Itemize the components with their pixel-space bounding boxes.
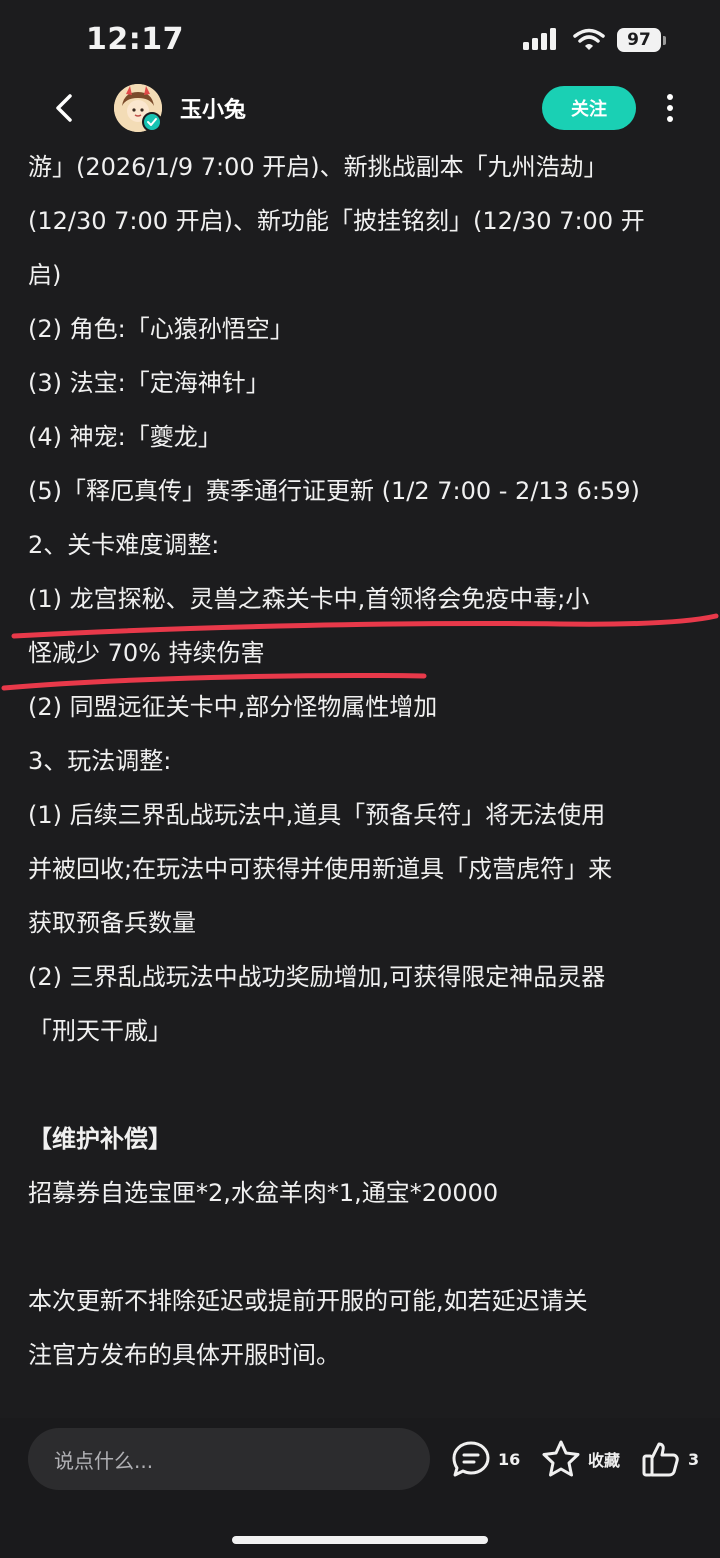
post-header: 玉小兔 关注 <box>0 84 720 132</box>
compensation-title: 【维护补偿】 <box>28 1125 172 1153</box>
home-indicator[interactable] <box>232 1536 488 1544</box>
comment-icon <box>452 1441 490 1477</box>
notice-line: 注官方发布的具体开服时间。 <box>28 1341 340 1369</box>
post-line: 怪减少 70% 持续伤害 <box>28 639 265 667</box>
post-content: 游」(2026/1/9 7:00 开启)、新挑战副本「九州浩劫」 (12/30 … <box>28 140 698 1382</box>
post-line: (12/30 7:00 开启)、新功能「披挂铭刻」(12/30 7:00 开 <box>28 207 645 235</box>
post-line: (3) 法宝:「定海神针」 <box>28 369 270 397</box>
notice-line: 本次更新不排除延迟或提前开服的可能,如若延迟请关 <box>28 1287 588 1315</box>
status-icons: 97 <box>523 28 666 52</box>
battery-indicator: 97 <box>617 28 666 52</box>
status-time: 12:17 <box>86 22 184 57</box>
post-line: 「刑天干戚」 <box>28 1017 172 1045</box>
follow-button[interactable]: 关注 <box>542 86 636 130</box>
thumbs-up-icon <box>642 1442 679 1477</box>
post-line: (2) 同盟远征关卡中,部分怪物属性增加 <box>28 693 438 721</box>
battery-tip <box>663 35 666 45</box>
signal-icon <box>523 28 556 50</box>
compensation-text: 招募券自选宝匣*2,水盆羊肉*1,通宝*20000 <box>28 1179 499 1207</box>
comment-button[interactable]: 16 <box>450 1438 520 1480</box>
bottom-action-bar: 说点什么... 16 收藏 3 <box>0 1418 720 1558</box>
comment-input[interactable]: 说点什么... <box>28 1428 430 1490</box>
post-line: (1) 后续三界乱战玩法中,道具「预备兵符」将无法使用 <box>28 801 606 829</box>
post-line: 2、关卡难度调整: <box>28 531 220 559</box>
post-line: 并被回收;在玩法中可获得并使用新道具「戍营虎符」来 <box>28 855 613 883</box>
post-line: (2) 三界乱战玩法中战功奖励增加,可获得限定神品灵器 <box>28 963 606 991</box>
back-icon[interactable] <box>48 90 84 126</box>
post-line: (2) 角色:「心猿孙悟空」 <box>28 315 294 343</box>
star-icon <box>542 1440 580 1477</box>
favorite-button[interactable]: 收藏 <box>540 1438 620 1480</box>
verified-badge-icon <box>142 112 162 132</box>
author-name[interactable]: 玉小兔 <box>180 92 246 124</box>
like-count: 3 <box>688 1449 700 1469</box>
post-line: 3、玩法调整: <box>28 747 172 775</box>
post-line: (1) 龙宫探秘、灵兽之森关卡中,首领将会免疫中毒;小 <box>28 585 590 613</box>
post-line: 启) <box>28 261 62 289</box>
post-line: 游」(2026/1/9 7:00 开启)、新挑战副本「九州浩劫」 <box>28 153 608 181</box>
post-line: 获取预备兵数量 <box>28 909 196 937</box>
post-line: (5)「释厄真传」赛季通行证更新 (1/2 7:00 - 2/13 6:59) <box>28 477 640 505</box>
favorite-label: 收藏 <box>588 1451 621 1470</box>
status-bar: 12:17 97 <box>0 0 720 84</box>
wifi-icon <box>573 28 605 50</box>
comment-count: 16 <box>498 1449 521 1469</box>
like-button[interactable]: 3 <box>640 1438 699 1480</box>
battery-level: 97 <box>617 28 661 52</box>
post-line: (4) 神宠:「夔龙」 <box>28 423 222 451</box>
more-options-icon[interactable] <box>660 92 680 124</box>
